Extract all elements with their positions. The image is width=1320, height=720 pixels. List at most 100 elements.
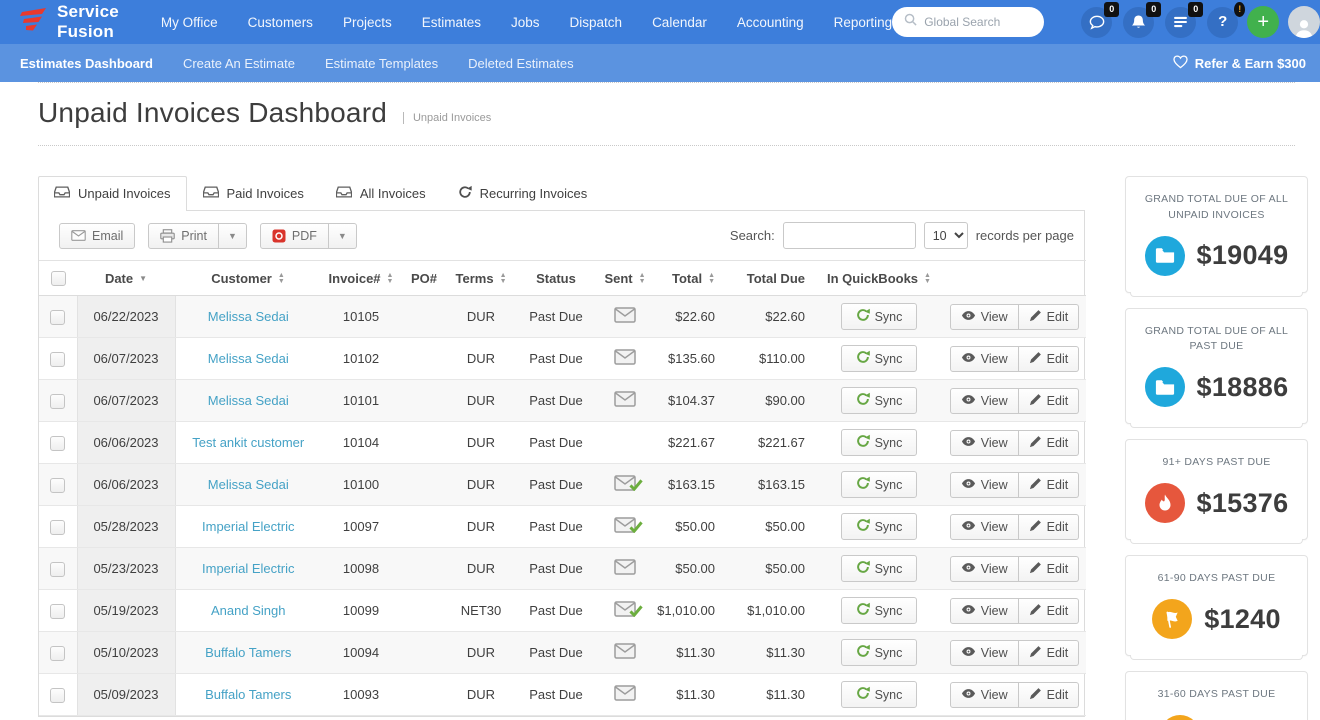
select-all-checkbox[interactable] bbox=[51, 271, 66, 286]
help-button[interactable]: ?! bbox=[1207, 7, 1238, 38]
customer-link[interactable]: Melissa Sedai bbox=[208, 309, 289, 324]
print-button[interactable]: Print bbox=[148, 223, 219, 249]
quickbooks-sync-button[interactable]: Sync bbox=[841, 303, 918, 330]
quickbooks-sync-button[interactable]: Sync bbox=[841, 681, 918, 708]
subnav-item[interactable]: Estimate Templates bbox=[325, 56, 438, 71]
row-checkbox[interactable] bbox=[50, 688, 65, 703]
quick-add-button[interactable]: + bbox=[1247, 6, 1279, 38]
view-button[interactable]: View bbox=[950, 556, 1019, 582]
row-checkbox[interactable] bbox=[50, 478, 65, 493]
quickbooks-sync-button[interactable]: Sync bbox=[841, 639, 918, 666]
view-button[interactable]: View bbox=[950, 514, 1019, 540]
column-header-terms[interactable]: Terms▲▼ bbox=[447, 261, 515, 296]
sort-icon[interactable]: ▲▼ bbox=[708, 273, 715, 285]
edit-button[interactable]: Edit bbox=[1019, 388, 1080, 414]
chat-button[interactable]: 0 bbox=[1081, 7, 1112, 38]
customer-link[interactable]: Imperial Electric bbox=[202, 519, 294, 534]
nav-item[interactable]: Calendar bbox=[652, 15, 707, 30]
tab-recurring-invoices[interactable]: Recurring Invoices bbox=[442, 176, 604, 211]
sort-icon[interactable]: ▲▼ bbox=[500, 273, 507, 285]
activity-button[interactable]: 0 bbox=[1165, 7, 1196, 38]
nav-item[interactable]: Customers bbox=[248, 15, 313, 30]
edit-button[interactable]: Edit bbox=[1019, 640, 1080, 666]
column-header-in-quickbooks[interactable]: In QuickBooks▲▼ bbox=[815, 261, 943, 296]
customer-link[interactable]: Buffalo Tamers bbox=[205, 687, 291, 702]
view-button[interactable]: View bbox=[950, 430, 1019, 456]
quickbooks-sync-button[interactable]: Sync bbox=[841, 597, 918, 624]
quickbooks-sync-button[interactable]: Sync bbox=[841, 345, 918, 372]
quickbooks-sync-button[interactable]: Sync bbox=[841, 555, 918, 582]
brand-logo[interactable]: Service Fusion bbox=[18, 2, 119, 42]
sort-desc-icon[interactable]: ▼ bbox=[139, 276, 147, 283]
edit-button[interactable]: Edit bbox=[1019, 682, 1080, 708]
user-avatar[interactable] bbox=[1288, 6, 1320, 38]
bell-button[interactable]: 0 bbox=[1123, 7, 1154, 38]
table-search-input[interactable] bbox=[783, 222, 916, 249]
customer-link[interactable]: Anand Singh bbox=[211, 603, 285, 618]
nav-item[interactable]: Dispatch bbox=[570, 15, 623, 30]
nav-item[interactable]: Reporting bbox=[834, 15, 893, 30]
sort-icon[interactable]: ▲▼ bbox=[924, 273, 931, 285]
nav-item[interactable]: Jobs bbox=[511, 15, 540, 30]
pdf-button[interactable]: PDF bbox=[260, 223, 329, 249]
edit-button[interactable]: Edit bbox=[1019, 514, 1080, 540]
edit-button[interactable]: Edit bbox=[1019, 346, 1080, 372]
view-button[interactable]: View bbox=[950, 346, 1019, 372]
quickbooks-sync-button[interactable]: Sync bbox=[841, 429, 918, 456]
customer-link[interactable]: Imperial Electric bbox=[202, 561, 294, 576]
refer-earn-link[interactable]: Refer & Earn $300 bbox=[1173, 55, 1306, 72]
customer-link[interactable]: Buffalo Tamers bbox=[205, 645, 291, 660]
column-header-customer[interactable]: Customer▲▼ bbox=[175, 261, 321, 296]
tab-unpaid-invoices[interactable]: Unpaid Invoices bbox=[38, 176, 187, 211]
quickbooks-sync-button[interactable]: Sync bbox=[841, 387, 918, 414]
customer-link[interactable]: Melissa Sedai bbox=[208, 393, 289, 408]
view-button[interactable]: View bbox=[950, 388, 1019, 414]
edit-button[interactable]: Edit bbox=[1019, 304, 1080, 330]
edit-button[interactable]: Edit bbox=[1019, 430, 1080, 456]
customer-link[interactable]: Melissa Sedai bbox=[208, 351, 289, 366]
global-search-input[interactable] bbox=[924, 15, 1032, 29]
nav-item[interactable]: Accounting bbox=[737, 15, 804, 30]
nav-item[interactable]: Projects bbox=[343, 15, 392, 30]
invoice-date: 06/06/2023 bbox=[77, 464, 175, 506]
subnav-item[interactable]: Estimates Dashboard bbox=[20, 56, 153, 71]
row-checkbox[interactable] bbox=[50, 352, 65, 367]
view-button[interactable]: View bbox=[950, 304, 1019, 330]
row-checkbox[interactable] bbox=[50, 310, 65, 325]
view-button[interactable]: View bbox=[950, 598, 1019, 624]
column-header-date[interactable]: Date▼ bbox=[77, 261, 175, 296]
quickbooks-sync-button[interactable]: Sync bbox=[841, 471, 918, 498]
sort-icon[interactable]: ▲▼ bbox=[278, 273, 285, 285]
view-button[interactable]: View bbox=[950, 640, 1019, 666]
customer-link[interactable]: Melissa Sedai bbox=[208, 477, 289, 492]
row-checkbox[interactable] bbox=[50, 646, 65, 661]
customer-link[interactable]: Test ankit customer bbox=[192, 435, 304, 450]
row-checkbox[interactable] bbox=[50, 520, 65, 535]
sort-icon[interactable]: ▲▼ bbox=[387, 273, 394, 285]
nav-item[interactable]: Estimates bbox=[422, 15, 481, 30]
tab-all-invoices[interactable]: All Invoices bbox=[320, 176, 442, 211]
row-checkbox[interactable] bbox=[50, 394, 65, 409]
row-checkbox[interactable] bbox=[50, 436, 65, 451]
quickbooks-sync-button[interactable]: Sync bbox=[841, 513, 918, 540]
row-checkbox[interactable] bbox=[50, 604, 65, 619]
page-size-select[interactable]: 10 bbox=[924, 222, 968, 249]
subnav-item[interactable]: Deleted Estimates bbox=[468, 56, 574, 71]
column-header-invoice-[interactable]: Invoice#▲▼ bbox=[321, 261, 401, 296]
view-button[interactable]: View bbox=[950, 682, 1019, 708]
subnav-item[interactable]: Create An Estimate bbox=[183, 56, 295, 71]
print-dropdown-button[interactable]: ▼ bbox=[219, 223, 247, 249]
sort-icon[interactable]: ▲▼ bbox=[639, 273, 646, 285]
pdf-dropdown-button[interactable]: ▼ bbox=[329, 223, 357, 249]
global-search[interactable] bbox=[892, 7, 1044, 37]
email-button[interactable]: Email bbox=[59, 223, 135, 249]
column-header-total[interactable]: Total▲▼ bbox=[653, 261, 725, 296]
view-button[interactable]: View bbox=[950, 472, 1019, 498]
tab-paid-invoices[interactable]: Paid Invoices bbox=[187, 176, 320, 211]
row-checkbox[interactable] bbox=[50, 562, 65, 577]
edit-button[interactable]: Edit bbox=[1019, 472, 1080, 498]
column-header-sent[interactable]: Sent▲▼ bbox=[597, 261, 653, 296]
edit-button[interactable]: Edit bbox=[1019, 598, 1080, 624]
edit-button[interactable]: Edit bbox=[1019, 556, 1080, 582]
nav-item[interactable]: My Office bbox=[161, 15, 218, 30]
